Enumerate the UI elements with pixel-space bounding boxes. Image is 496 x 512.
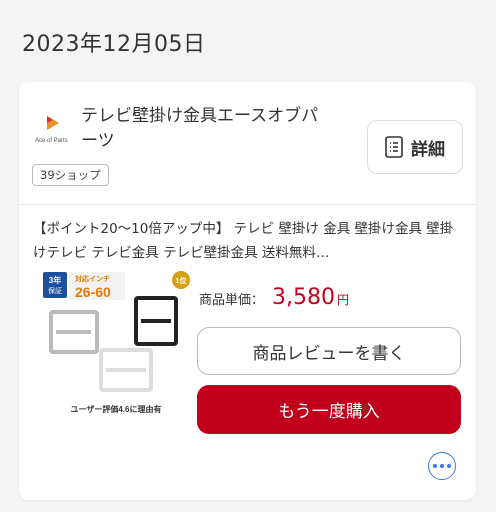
price-value: 3,580 bbox=[272, 285, 335, 310]
order-date: 2023年12月05日 bbox=[22, 32, 206, 57]
shop-name[interactable]: テレビ壁掛け金具エースオブパーツ bbox=[81, 104, 331, 154]
rank-badge: 1位 bbox=[176, 276, 187, 285]
inch-range: 26-60 bbox=[75, 284, 111, 300]
warranty-top: 3年 bbox=[49, 275, 61, 285]
rebuy-button[interactable]: もう一度購入 bbox=[197, 385, 461, 434]
shop-header[interactable]: Ace of Parts テレビ壁掛け金具エースオブパーツ 39ショップ 詳細 bbox=[19, 82, 476, 204]
shop-badge: 39ショップ bbox=[32, 164, 109, 186]
price-label: 商品単価： bbox=[199, 293, 265, 308]
inch-label: 対応インチ bbox=[74, 274, 110, 283]
product-description[interactable]: 【ポイント20〜10倍アップ中】 テレビ 壁掛け 金具 壁掛け金具 壁掛けテレビ… bbox=[33, 217, 465, 265]
more-dot bbox=[433, 464, 437, 468]
more-dot bbox=[447, 464, 451, 468]
detail-button[interactable]: 詳細 bbox=[367, 120, 463, 174]
price-unit: 円 bbox=[337, 293, 350, 307]
write-review-button[interactable]: 商品レビューを書く bbox=[197, 327, 461, 375]
more-horizontal-icon[interactable] bbox=[428, 452, 456, 480]
product-image[interactable]: 3年 保証 対応インチ 26-60 1位 ユーザー評価4.6に理由有 bbox=[41, 268, 191, 420]
order-card: Ace of Parts テレビ壁掛け金具エースオブパーツ 39ショップ 詳細 … bbox=[19, 82, 476, 500]
rating-caption: ユーザー評価4.6に理由有 bbox=[71, 404, 162, 414]
detail-button-label: 詳細 bbox=[411, 139, 445, 160]
warranty-bottom: 保証 bbox=[48, 286, 62, 295]
list-document-icon bbox=[385, 136, 403, 158]
shop-logo-text: Ace of Parts bbox=[35, 138, 68, 144]
more-dot bbox=[440, 464, 444, 468]
price-row: 商品単価： 3,580 円 bbox=[199, 285, 349, 310]
divider bbox=[19, 204, 476, 205]
